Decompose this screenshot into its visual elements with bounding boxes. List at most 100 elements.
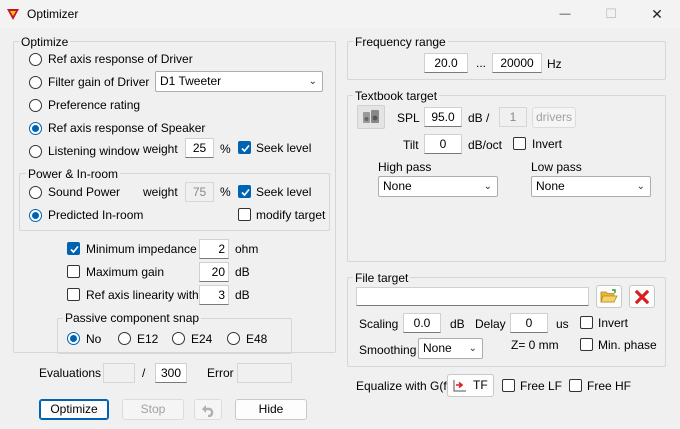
smoothing-label: Smoothing [359, 343, 417, 357]
close-icon: ✕ [651, 5, 663, 22]
speakers-button[interactable] [357, 105, 385, 129]
tilt-input[interactable]: 0 [424, 134, 462, 154]
optimize-group-label: Optimize [19, 35, 71, 49]
radio-ref-axis-driver-label[interactable]: Ref axis response of Driver [48, 52, 193, 66]
radio-ref-axis-driver[interactable] [29, 53, 42, 66]
equalize-label: Equalize with G(f) [356, 379, 451, 393]
optimize-button[interactable]: Optimize [39, 399, 109, 420]
radio-snap-e48-label[interactable]: E48 [246, 332, 267, 346]
file-target-path[interactable] [356, 287, 589, 306]
radio-predicted-in-room[interactable] [29, 209, 42, 222]
close-button[interactable]: ✕ [634, 0, 680, 28]
minimize-button[interactable]: — [542, 0, 588, 28]
seek-level-checkbox-2[interactable] [238, 185, 251, 198]
min-phase-checkbox[interactable] [580, 338, 593, 351]
high-pass-select[interactable]: None ⌄ [378, 176, 498, 197]
radio-filter-gain-driver[interactable] [29, 76, 42, 89]
undo-button[interactable] [194, 399, 222, 420]
z-offset-label: Z= 0 mm [511, 338, 559, 352]
file-invert-label[interactable]: Invert [598, 316, 628, 330]
scaling-label: Scaling [359, 317, 399, 331]
linearity-label[interactable]: Ref axis linearity within [86, 288, 208, 302]
free-hf-checkbox[interactable] [569, 379, 582, 392]
max-gain-unit: dB [235, 265, 250, 279]
frequency-unit: Hz [547, 57, 562, 71]
max-gain-checkbox[interactable] [67, 265, 80, 278]
listening-weight-percent: % [220, 142, 231, 156]
radio-snap-e12-label[interactable]: E12 [137, 332, 158, 346]
power-group [19, 173, 330, 231]
textbook-invert-checkbox[interactable] [513, 137, 526, 150]
linearity-unit: dB [235, 288, 250, 302]
radio-snap-e24-label[interactable]: E24 [191, 332, 212, 346]
textbook-invert-label[interactable]: Invert [532, 137, 562, 151]
chevron-down-icon: ⌄ [468, 343, 477, 354]
radio-preference-rating[interactable] [29, 99, 42, 112]
radio-ref-axis-speaker[interactable] [29, 122, 42, 135]
free-lf-label[interactable]: Free LF [520, 379, 562, 393]
tilt-unit: dB/oct [468, 138, 503, 152]
radio-filter-gain-driver-label[interactable]: Filter gain of Driver [48, 75, 149, 89]
open-file-button[interactable] [596, 285, 622, 308]
radio-snap-e24[interactable] [172, 332, 185, 345]
scaling-input[interactable]: 0.0 [403, 313, 441, 333]
frequency-high-input[interactable]: 20000 [492, 53, 542, 73]
free-hf-label[interactable]: Free HF [587, 379, 631, 393]
min-impedance-unit: ohm [235, 242, 259, 256]
power-weight-label: weight [143, 185, 178, 199]
free-lf-checkbox[interactable] [502, 379, 515, 392]
hide-button[interactable]: Hide [235, 399, 307, 420]
delay-input[interactable]: 0 [510, 313, 548, 333]
evaluations-max-input[interactable]: 300 [155, 363, 187, 383]
folder-open-icon [600, 289, 618, 303]
radio-ref-axis-speaker-label[interactable]: Ref axis response of Speaker [48, 121, 205, 135]
max-gain-input[interactable]: 20 [199, 262, 229, 282]
smoothing-select[interactable]: None ⌄ [418, 338, 483, 359]
power-weight-input[interactable]: 75 [185, 182, 214, 202]
radio-sound-power-label[interactable]: Sound Power [48, 185, 120, 199]
high-pass-label: High pass [378, 160, 432, 174]
modify-target-label[interactable]: modify target [256, 208, 325, 222]
low-pass-select[interactable]: None ⌄ [531, 176, 651, 197]
min-impedance-input[interactable]: 2 [199, 239, 229, 259]
frequency-group-label: Frequency range [353, 35, 448, 49]
radio-snap-no-label[interactable]: No [86, 332, 101, 346]
frequency-low-input[interactable]: 20.0 [424, 53, 468, 73]
seek-level-label-2[interactable]: Seek level [256, 185, 311, 199]
chevron-down-icon: ⌄ [636, 181, 645, 192]
drivers-button[interactable]: drivers [532, 107, 576, 128]
maximize-icon: ☐ [605, 6, 617, 21]
min-impedance-checkbox[interactable] [67, 242, 80, 255]
seek-level-label-1[interactable]: Seek level [256, 141, 311, 155]
modify-target-checkbox[interactable] [238, 208, 251, 221]
seek-level-checkbox-1[interactable] [238, 141, 251, 154]
driver-select-value: D1 Tweeter [160, 74, 222, 88]
tf-button[interactable]: TF [447, 374, 494, 397]
minimize-icon: — [559, 8, 571, 20]
radio-preference-rating-label[interactable]: Preference rating [48, 98, 140, 112]
delay-label: Delay [475, 317, 506, 331]
spl-input[interactable]: 95.0 [424, 107, 462, 127]
radio-sound-power[interactable] [29, 186, 42, 199]
checkmark-icon [70, 245, 79, 254]
linearity-checkbox[interactable] [67, 288, 80, 301]
linearity-input[interactable]: 3 [199, 285, 229, 305]
radio-listening-window[interactable] [29, 145, 42, 158]
driver-select[interactable]: D1 Tweeter ⌄ [155, 71, 323, 92]
clear-file-button[interactable] [629, 285, 655, 308]
radio-snap-e48[interactable] [227, 332, 240, 345]
min-impedance-label[interactable]: Minimum impedance [86, 242, 197, 256]
radio-predicted-in-room-label[interactable]: Predicted In-room [48, 208, 143, 222]
listening-weight-input[interactable]: 25 [185, 138, 214, 158]
stop-button[interactable]: Stop [122, 399, 184, 420]
radio-listening-window-label[interactable]: Listening window [48, 144, 139, 158]
file-invert-checkbox[interactable] [580, 316, 593, 329]
maximize-button[interactable]: ☐ [588, 0, 634, 28]
radio-snap-e12[interactable] [118, 332, 131, 345]
max-gain-label[interactable]: Maximum gain [86, 265, 164, 279]
power-group-label: Power & In-room [26, 167, 121, 181]
min-phase-label[interactable]: Min. phase [598, 338, 657, 352]
radio-snap-no[interactable] [67, 332, 80, 345]
low-pass-label: Low pass [531, 160, 582, 174]
tf-label: TF [473, 378, 488, 392]
